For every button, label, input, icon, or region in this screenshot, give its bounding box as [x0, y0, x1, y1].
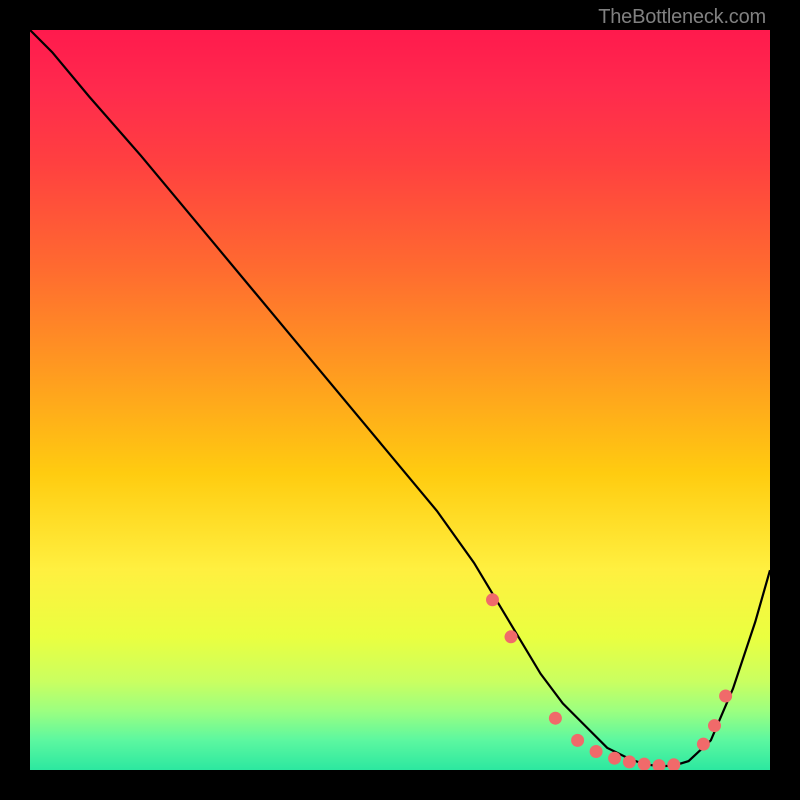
curve-marker: [697, 738, 710, 751]
curve-marker: [486, 593, 499, 606]
plot-area: [30, 30, 770, 770]
chart-container: { "watermark": "TheBottleneck.com", "col…: [0, 0, 800, 800]
curve-marker: [667, 758, 680, 770]
curve-marker: [638, 758, 651, 770]
curve-marker: [608, 752, 621, 765]
curve-marker: [590, 745, 603, 758]
curve-marker: [653, 759, 666, 770]
curve-marker: [571, 734, 584, 747]
curve-marker: [549, 712, 562, 725]
curve-marker: [719, 690, 732, 703]
bottleneck-curve-svg: [30, 30, 770, 770]
curve-markers: [486, 593, 732, 770]
curve-path: [30, 30, 770, 766]
curve-marker: [708, 719, 721, 732]
curve-marker: [623, 755, 636, 768]
watermark-text: TheBottleneck.com: [598, 6, 766, 29]
curve-marker: [505, 630, 518, 643]
